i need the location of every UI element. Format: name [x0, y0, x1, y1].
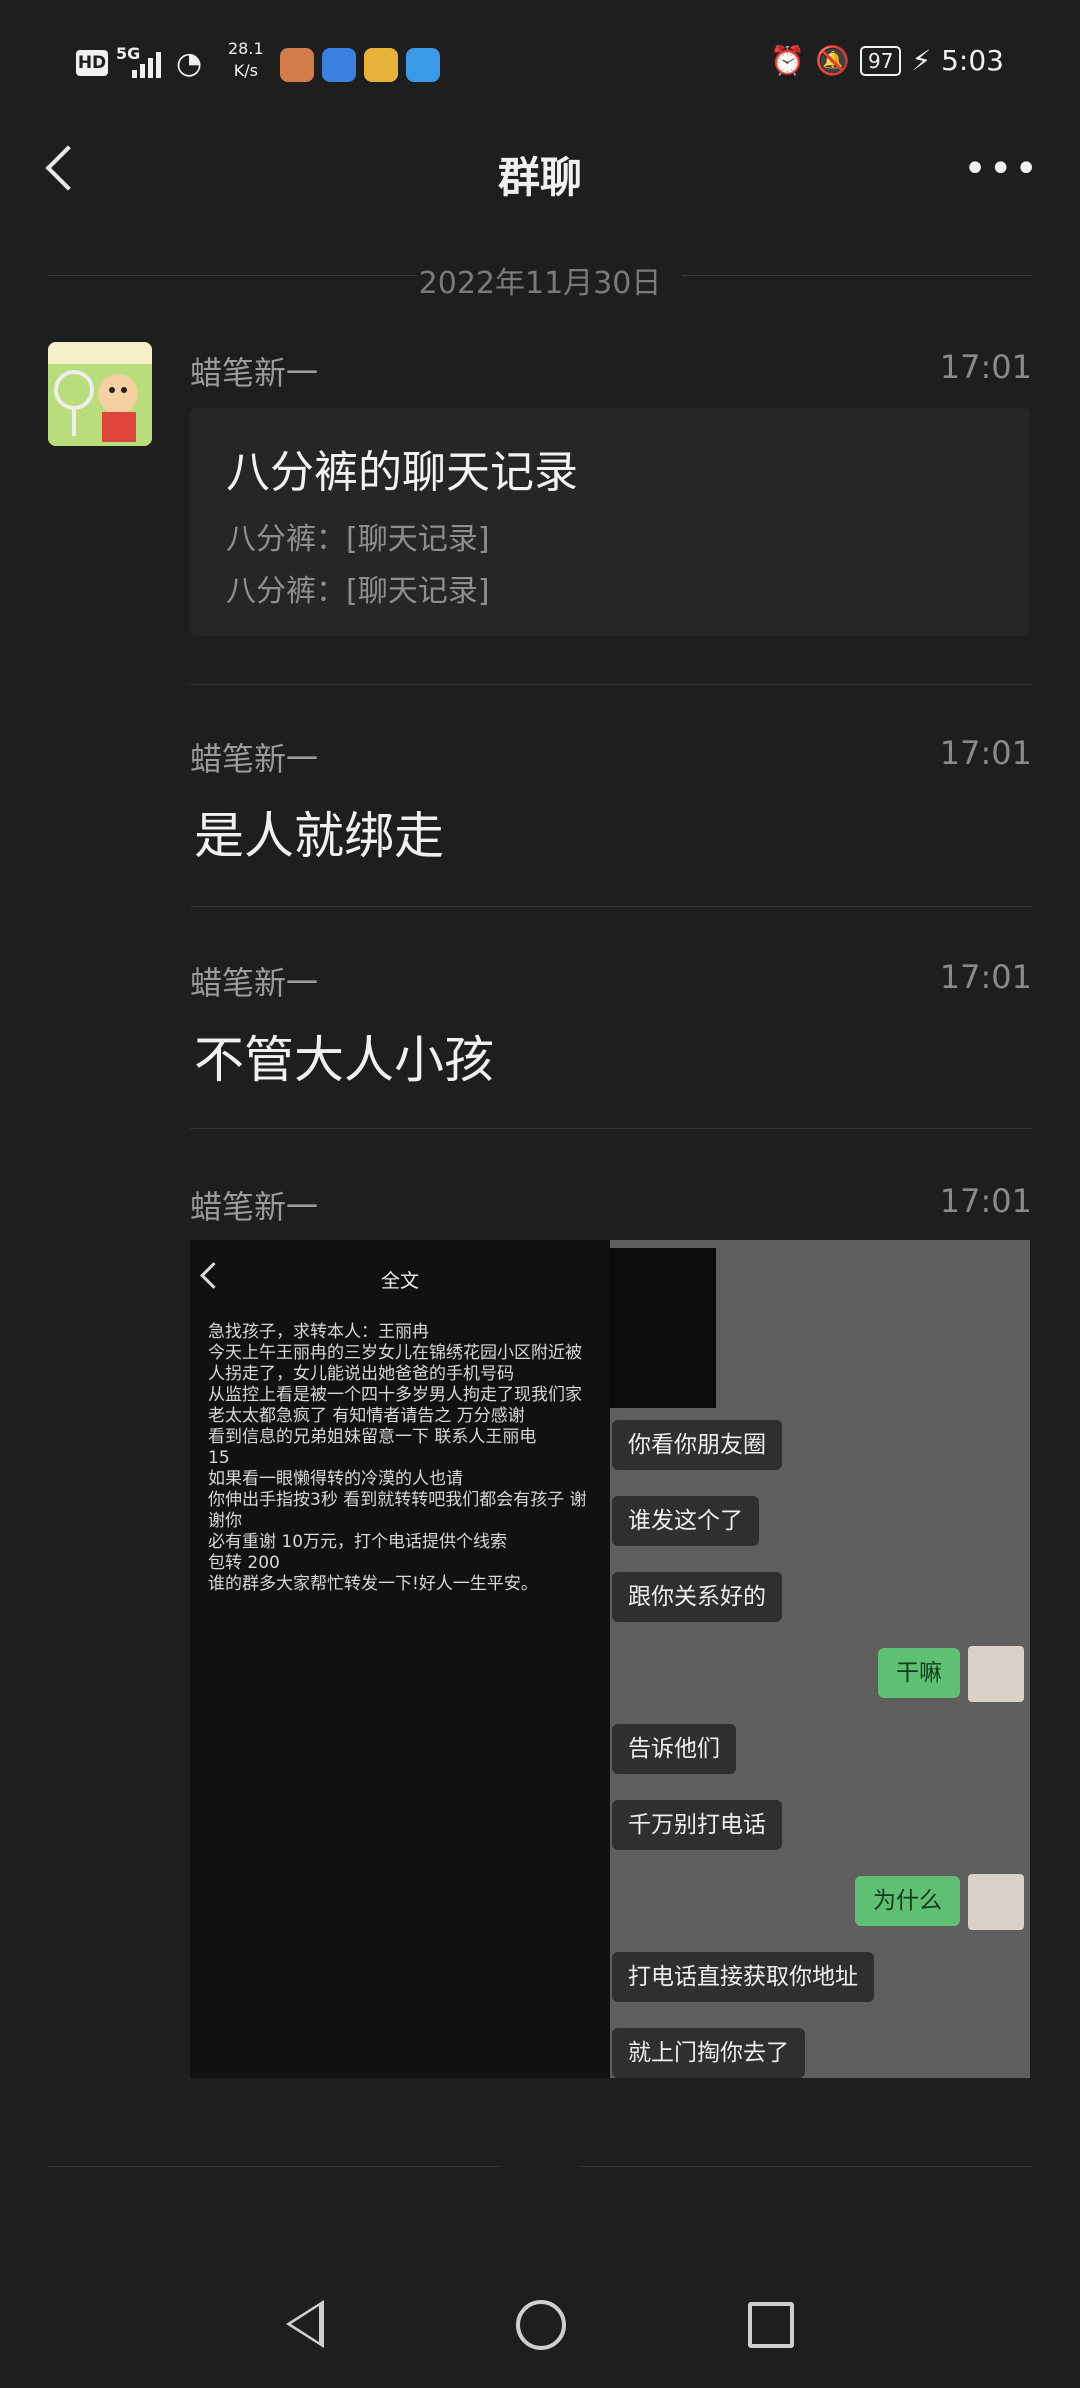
divider-line — [682, 275, 1032, 276]
date-divider: 2022年11月30日 — [48, 250, 1032, 301]
charging-icon: ⚡ — [911, 44, 932, 77]
contact-avatar — [968, 1874, 1024, 1930]
clock: 5:03 — [941, 44, 1004, 77]
screenshot-body-text: 急找孩子，求转本人：王丽冉 今天上午王丽冉的三岁女儿在锦绣花园小区附近被人拐走了… — [208, 1322, 587, 1594]
chat-record-line: 八分裤：[聊天记录] — [226, 574, 490, 609]
mute-icon: 🔕 — [815, 44, 850, 77]
message-separator — [190, 906, 1032, 907]
system-navigation-bar — [0, 2260, 1080, 2388]
chat-bubble: 就上门掏你去了 — [612, 2028, 805, 2078]
chat-bubble: 打电话直接获取你地址 — [612, 1952, 874, 2002]
message-header: 蜡笔新一 17:01 — [190, 958, 1032, 1002]
bottom-separator — [580, 2166, 1032, 2167]
browser-notification-icon — [322, 48, 356, 82]
sender-name: 蜡笔新一 — [190, 740, 319, 778]
message-text: 不管大人小孩 — [194, 1031, 494, 1089]
screenshot-dark-region — [610, 1248, 716, 1408]
more-options-button[interactable]: ••• — [963, 149, 1040, 189]
battery-level: 97 — [859, 45, 902, 76]
chat-record-title: 八分裤的聊天记录 — [226, 447, 578, 498]
message-separator — [190, 1128, 1032, 1129]
chat-record-line: 八分裤：[聊天记录] — [226, 522, 490, 557]
chat-bubble: 告诉他们 — [612, 1724, 736, 1774]
signal-icon — [132, 48, 168, 78]
contact-avatar — [968, 1646, 1024, 1702]
message-header: 蜡笔新一 17:01 — [190, 734, 1032, 778]
date-text: 2022年11月30日 — [418, 266, 662, 301]
sender-name: 蜡笔新一 — [190, 964, 319, 1002]
message-header: 蜡笔新一 17:01 — [190, 1182, 1032, 1226]
alarm-icon: ⏰ — [770, 44, 806, 77]
screenshot-right-panel: 你看你朋友圈 谁发这个了 跟你关系好的 干嘛 告诉他们 千万别打电话 为什么 打… — [610, 1240, 1030, 2078]
image-message[interactable]: 全文 急找孩子，求转本人：王丽冉 今天上午王丽冉的三岁女儿在锦绣花园小区附近被人… — [190, 1240, 1030, 2078]
message-time: 17:01 — [939, 958, 1032, 996]
chat-bubble: 谁发这个了 — [612, 1496, 759, 1546]
chat-record-card[interactable]: 八分裤的聊天记录 八分裤：[聊天记录] 八分裤：[聊天记录] — [190, 408, 1030, 636]
network-speed: 28.1 K/s — [228, 38, 264, 82]
message-time: 17:01 — [939, 734, 1032, 772]
nav-home-icon[interactable] — [516, 2300, 566, 2350]
chat-bubble-sent: 干嘛 — [878, 1648, 960, 1698]
bottom-separator — [48, 2166, 500, 2167]
screenshot-title: 全文 — [380, 1270, 419, 1292]
sender-name: 蜡笔新一 — [190, 354, 319, 392]
hd-badge: HD — [76, 50, 108, 76]
title-bar: 群聊 ••• — [0, 130, 1080, 210]
sender-avatar[interactable] — [48, 342, 152, 446]
speed-unit: K/s — [233, 61, 258, 80]
chat-bubble-sent: 为什么 — [855, 1876, 960, 1926]
sender-name: 蜡笔新一 — [190, 1188, 319, 1226]
status-bar: HD 5G ◔ 28.1 K/s ⏰ 🔕 97 ⚡ 5:03 — [0, 0, 1080, 130]
speed-value: 28.1 — [228, 39, 264, 58]
chat-bubble: 跟你关系好的 — [612, 1572, 782, 1622]
cloud-notification-icon — [406, 48, 440, 82]
message-separator — [190, 684, 1032, 685]
screenshot-header: 全文 — [190, 1240, 610, 1320]
page-title: 群聊 — [497, 153, 582, 202]
wifi-icon: ◔ — [176, 46, 203, 81]
avatar-illustration-icon — [48, 342, 152, 446]
message-time: 17:01 — [939, 1182, 1032, 1220]
chat-bubble: 千万别打电话 — [612, 1800, 782, 1850]
screenshot-left-panel: 全文 急找孩子，求转本人：王丽冉 今天上午王丽冉的三岁女儿在锦绣花园小区附近被人… — [190, 1240, 610, 2078]
nav-recents-icon[interactable] — [748, 2302, 794, 2348]
weibo-notification-icon — [364, 48, 398, 82]
app-notification-icon — [280, 48, 314, 82]
chat-bubble: 你看你朋友圈 — [612, 1420, 782, 1470]
message-header: 蜡笔新一 17:01 — [190, 348, 1032, 392]
message-text: 是人就绑走 — [194, 807, 444, 865]
status-right: ⏰ 🔕 97 ⚡ 5:03 — [770, 44, 1004, 77]
nav-back-icon[interactable] — [286, 2300, 324, 2348]
message-time: 17:01 — [939, 348, 1032, 386]
